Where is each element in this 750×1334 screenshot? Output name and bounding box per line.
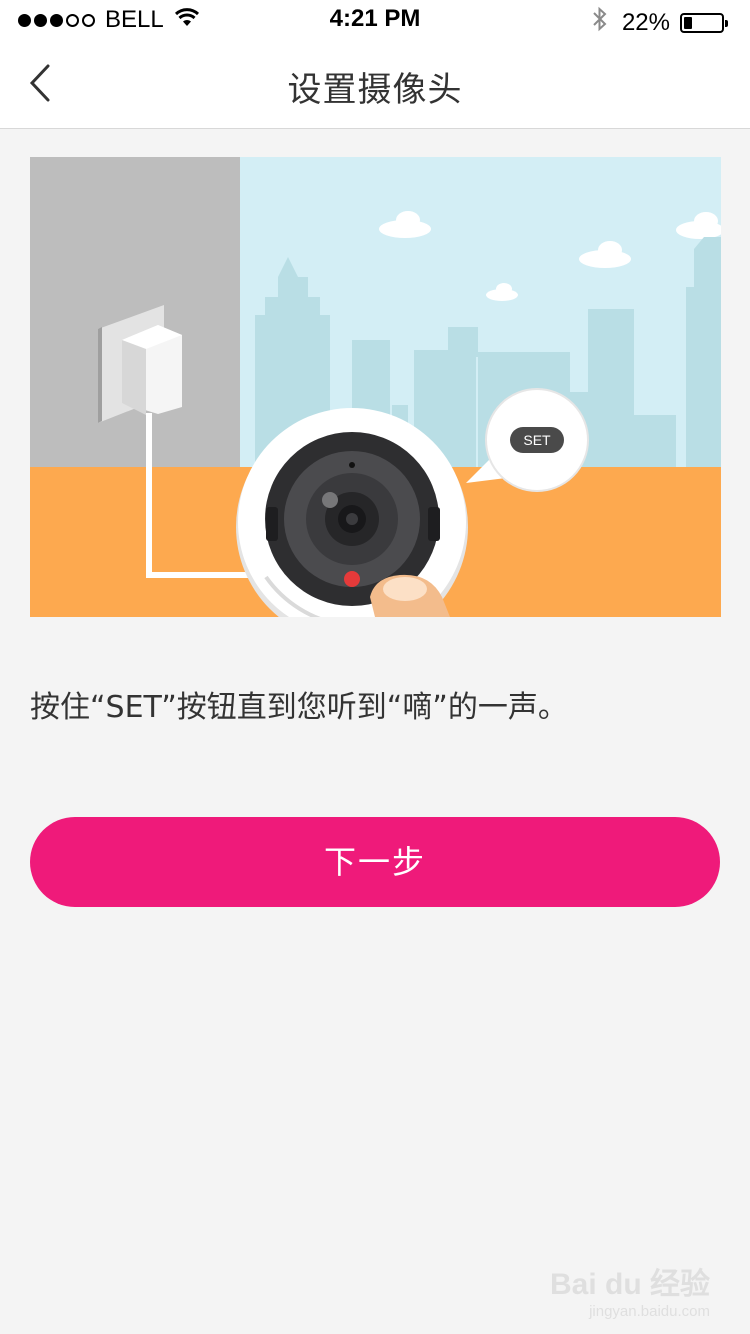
instruction-text: 按住“SET”按钮直到您听到“嘀”的一声。 (30, 690, 568, 725)
status-led (344, 571, 360, 587)
watermark: Bai du 经验 jingyan.baidu.com (550, 1259, 710, 1320)
wall (30, 157, 240, 467)
watermark-logo: Bai du 经验 (549, 1268, 710, 1301)
status-bar: BELL 4:21 PM 22% (0, 0, 750, 40)
bluetooth-icon (592, 6, 608, 39)
watermark-url: jingyan.baidu.com (589, 1303, 710, 1320)
next-button[interactable]: 下一步 (30, 817, 720, 907)
status-right: 22% (592, 6, 728, 39)
battery-icon (680, 12, 728, 33)
page-title: 设置摄像头 (287, 70, 463, 110)
set-label: SET (523, 432, 551, 448)
camera-setup-illustration: SET (30, 157, 721, 617)
battery-level (684, 16, 692, 29)
nav-bar: 设置摄像头 (0, 40, 750, 129)
battery-percent: 22% (621, 8, 670, 36)
